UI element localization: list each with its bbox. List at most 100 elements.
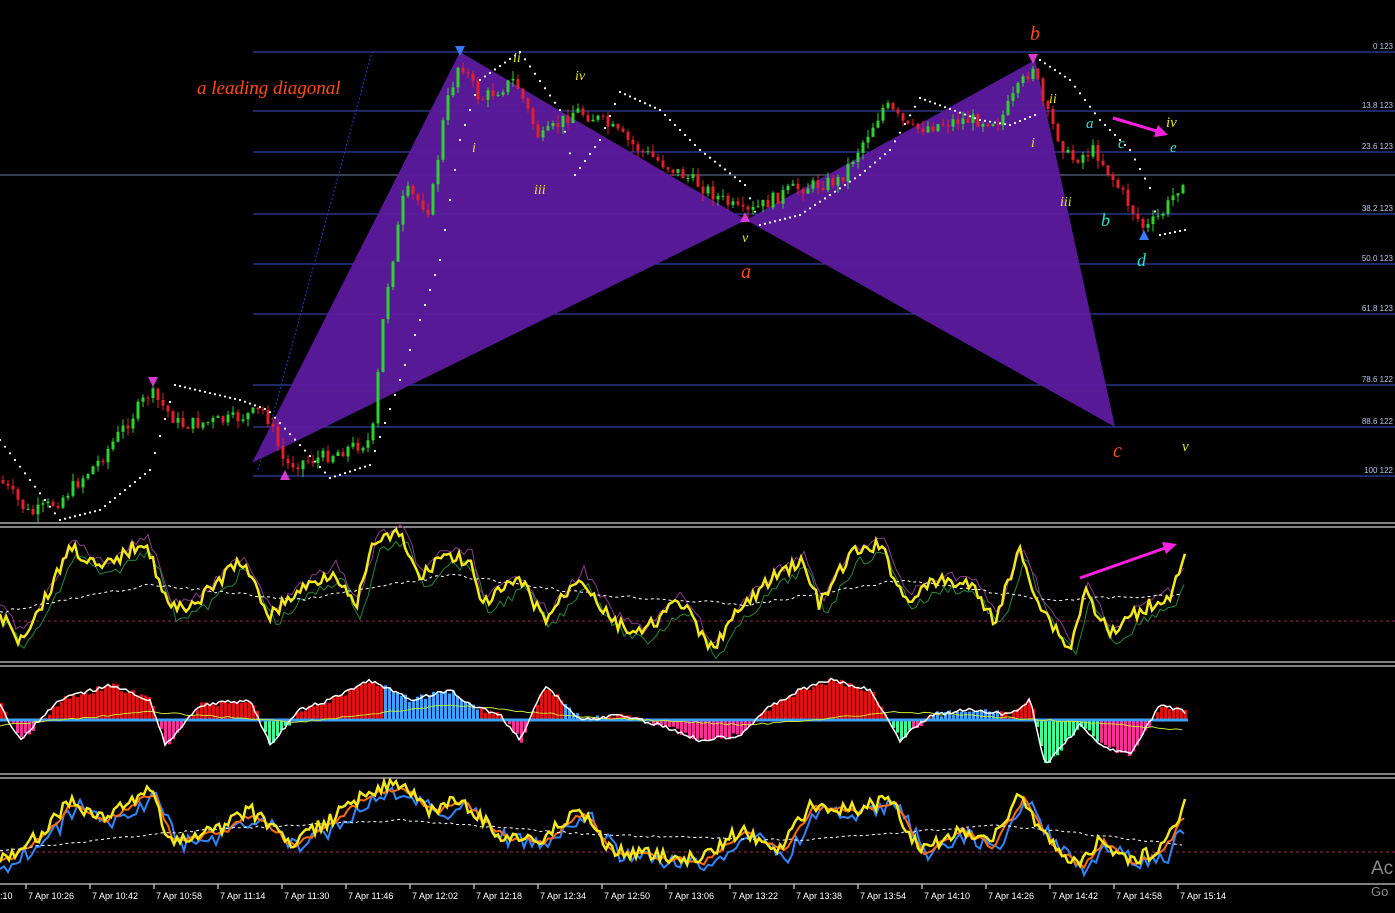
psar-dot xyxy=(643,102,647,105)
psar-dot xyxy=(883,153,887,156)
psar-dot xyxy=(473,93,477,97)
psar-dot xyxy=(478,78,482,82)
candle-body xyxy=(156,388,160,400)
psar-dot xyxy=(238,398,242,402)
psar-dot xyxy=(998,122,1002,125)
psar-dot xyxy=(673,123,677,127)
psar-dot xyxy=(1078,92,1082,95)
candle-body xyxy=(546,126,550,131)
candle-body xyxy=(766,199,770,208)
macd-histogram-bar xyxy=(52,706,55,720)
candle-body xyxy=(846,164,850,182)
macd-histogram-bar xyxy=(436,693,439,720)
time-label: 7 Apr 14:58 xyxy=(1116,891,1162,901)
price-panel: 0 123 13.8 123 23.6 123 38.2 123 50.0 123 61.… xyxy=(0,23,1395,523)
psar-dot xyxy=(823,197,827,200)
macd-histogram-bar xyxy=(108,684,111,720)
candle-body xyxy=(886,103,890,108)
psar-dot xyxy=(468,108,472,112)
harmonic-triangle-left xyxy=(252,52,746,463)
harmonic-triangle-right xyxy=(746,60,1115,427)
macd-histogram-bar xyxy=(348,688,351,720)
macd-histogram-bar xyxy=(800,687,803,720)
psar-dot xyxy=(1008,123,1012,127)
psar-dot xyxy=(1148,186,1152,190)
macd-histogram-bar xyxy=(832,680,835,720)
candle-body xyxy=(81,478,85,488)
candle-body xyxy=(1006,101,1010,115)
candle-body xyxy=(316,457,320,463)
candle-body xyxy=(101,460,105,463)
psar-dot xyxy=(338,473,342,476)
candle-body xyxy=(231,412,235,415)
macd-histogram-bar xyxy=(808,689,811,720)
psar-dot xyxy=(48,505,52,508)
candle-body xyxy=(1011,93,1015,102)
macd-histogram-bar xyxy=(352,688,355,720)
psar-dot xyxy=(258,406,262,409)
candle-body xyxy=(911,123,915,125)
wave-label-iii: iii xyxy=(534,183,546,198)
candle-body xyxy=(656,157,660,161)
psar-dot xyxy=(288,433,292,436)
macd-histogram-bar xyxy=(520,720,523,743)
psar-dot xyxy=(718,164,722,167)
psar-dot xyxy=(248,402,252,405)
psar-dot xyxy=(588,152,592,156)
psar-dot xyxy=(388,407,392,411)
psar-dot xyxy=(648,104,652,107)
fractal-up-arrow xyxy=(280,470,290,480)
fib-level-label: 0 123 xyxy=(1373,42,1394,51)
magenta-divergence-arrow xyxy=(1079,542,1177,580)
candle-body xyxy=(516,78,520,89)
time-label: 7 Apr 12:50 xyxy=(604,891,650,901)
psar-dot xyxy=(98,508,102,512)
macd-histogram-bar xyxy=(392,692,395,720)
macd-histogram-bar xyxy=(480,708,483,720)
candle-body xyxy=(431,184,435,215)
macd-histogram-bar xyxy=(448,693,451,720)
psar-dot xyxy=(428,288,432,292)
candle-body xyxy=(1051,109,1055,124)
time-label: 7 Apr 15:14 xyxy=(1180,891,1226,901)
psar-dot xyxy=(853,177,857,180)
candle-body xyxy=(136,401,140,419)
psar-dot xyxy=(838,187,842,190)
psar-dot xyxy=(978,118,982,122)
psar-dot xyxy=(968,115,972,118)
psar-dot xyxy=(138,476,142,480)
psar-dot xyxy=(1128,148,1132,152)
psar-dot xyxy=(408,348,412,352)
macd-histogram-bar xyxy=(712,720,715,740)
macd-histogram-bar xyxy=(852,685,855,720)
psar-dot xyxy=(1068,78,1072,82)
psar-dot xyxy=(703,152,707,155)
time-label: 7 Apr 12:18 xyxy=(476,891,522,901)
macd-histogram-bar xyxy=(84,692,87,720)
time-label: 7 Apr 13:22 xyxy=(732,891,778,901)
macd-histogram-bar xyxy=(1168,708,1171,720)
candle-body xyxy=(591,119,595,122)
fib-level-label: 50.0 123 xyxy=(1362,254,1394,263)
psar-dot xyxy=(813,203,817,207)
psar-dot xyxy=(278,422,282,425)
candle-body xyxy=(391,261,395,287)
candle-body xyxy=(6,483,10,486)
psar-dot xyxy=(618,90,622,94)
psar-dot xyxy=(1098,118,1102,122)
psar-dot xyxy=(538,79,542,83)
psar-dot xyxy=(603,126,607,130)
macd-histogram-bar xyxy=(716,720,719,738)
psar-dot xyxy=(598,138,602,142)
macd-histogram-bar xyxy=(792,696,795,720)
candle-body xyxy=(116,431,120,442)
psar-dot xyxy=(908,114,912,117)
psar-dot xyxy=(418,318,422,322)
macd-histogram-bar xyxy=(456,696,459,720)
wave-label-v-2: v xyxy=(1182,439,1189,455)
psar-dot xyxy=(1163,232,1167,236)
candle-body xyxy=(601,115,605,117)
candle-body xyxy=(1001,114,1005,125)
psar-dot xyxy=(1003,123,1007,126)
psar-dot xyxy=(1063,75,1067,78)
